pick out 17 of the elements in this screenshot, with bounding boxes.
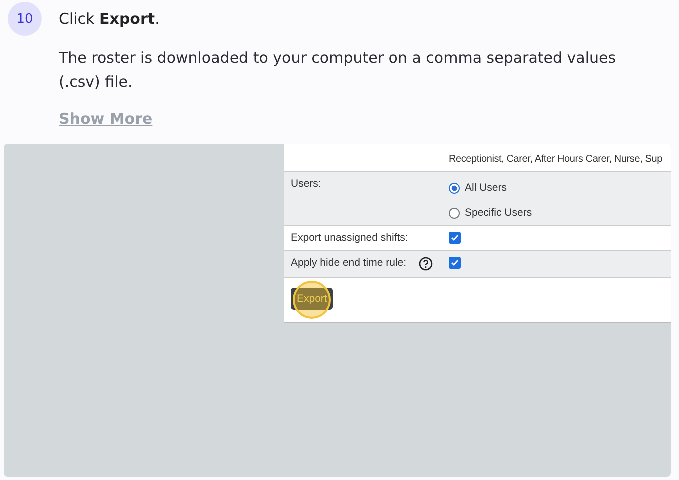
show-more-link[interactable]: Show More bbox=[59, 110, 153, 128]
users-label: Users: bbox=[291, 178, 322, 190]
radio-label: All Users bbox=[465, 182, 508, 194]
option-label: Export unassigned shifts: bbox=[291, 232, 408, 244]
step-number: 10 bbox=[8, 2, 42, 36]
step-description: The roster is downloaded to your computer on a comma separated values (.csv) file. bbox=[59, 48, 618, 93]
groups-value: Receptionist, Carer, After Hours Carer, Nurse, Sup bbox=[449, 154, 664, 165]
highlight-circle bbox=[293, 281, 331, 319]
radio-button[interactable] bbox=[449, 208, 460, 218]
help-icon[interactable] bbox=[418, 257, 433, 271]
export-button[interactable]: Export bbox=[291, 288, 334, 310]
checkbox[interactable] bbox=[449, 257, 461, 269]
radio-label: Specific Users bbox=[465, 207, 532, 219]
option-label: Apply hide end time rule: bbox=[291, 257, 407, 269]
checkbox[interactable] bbox=[449, 232, 461, 244]
step-title: Click Export. bbox=[59, 9, 161, 30]
radio-button[interactable] bbox=[449, 182, 460, 194]
